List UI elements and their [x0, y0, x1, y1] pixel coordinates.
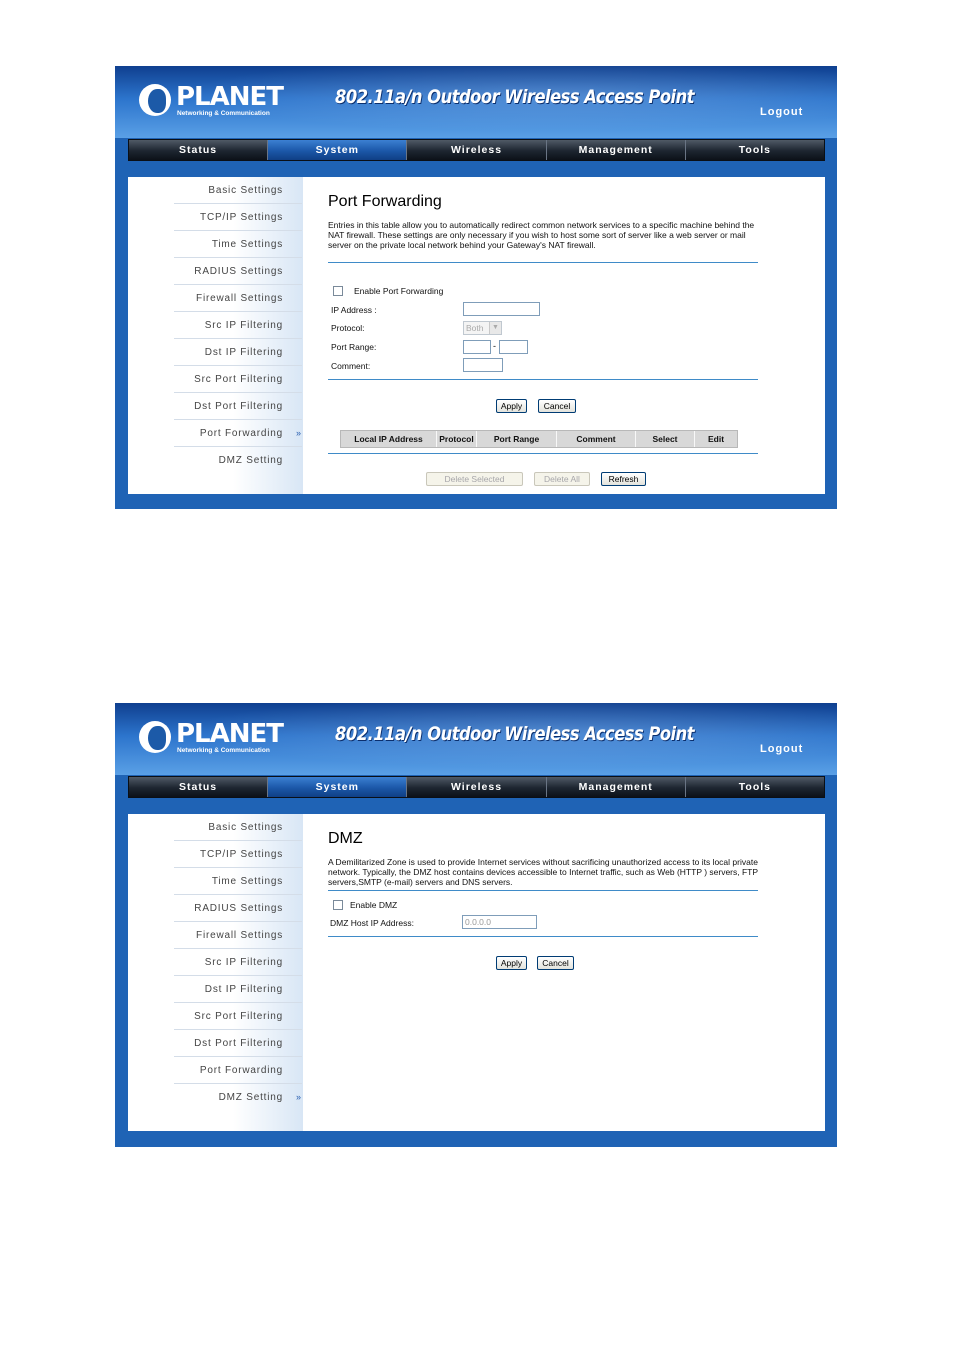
- chevron-down-icon: ▼: [489, 322, 501, 334]
- nav-wireless[interactable]: Wireless: [407, 140, 547, 160]
- sidebar-item-src-ip-filtering[interactable]: Src IP Filtering: [174, 949, 302, 976]
- content-panel: Basic Settings TCP/IP Settings Time Sett…: [128, 814, 825, 1131]
- port-range-end-input[interactable]: [499, 340, 528, 354]
- sidebar-item-firewall-settings[interactable]: Firewall Settings: [174, 285, 302, 312]
- col-edit: Edit: [707, 434, 725, 444]
- sidebar-item-time-settings[interactable]: Time Settings: [174, 868, 302, 895]
- content-panel: Basic Settings TCP/IP Settings Time Sett…: [128, 177, 825, 494]
- apply-button[interactable]: Apply: [496, 399, 527, 413]
- delete-all-button[interactable]: Delete All: [534, 472, 590, 486]
- ip-address-label: IP Address :: [331, 305, 377, 315]
- sidebar-item-src-port-filtering[interactable]: Src Port Filtering: [174, 1003, 302, 1030]
- divider: [328, 936, 758, 937]
- refresh-button[interactable]: Refresh: [601, 472, 646, 486]
- nav-tools[interactable]: Tools: [686, 140, 824, 160]
- cancel-button[interactable]: Cancel: [538, 399, 576, 413]
- comment-input[interactable]: [463, 358, 503, 372]
- port-range-label: Port Range:: [331, 342, 377, 352]
- dmz-screenshot: PLANET Networking & Communication 802.11…: [115, 703, 837, 1147]
- enable-port-forwarding-label: Enable Port Forwarding: [354, 286, 444, 296]
- sidebar: Basic Settings TCP/IP Settings Time Sett…: [128, 177, 303, 494]
- dmz-host-ip-label: DMZ Host IP Address:: [330, 918, 414, 928]
- page-title: Port Forwarding: [328, 193, 442, 210]
- planet-logo-icon: [139, 721, 171, 753]
- sidebar-item-basic-settings[interactable]: Basic Settings: [174, 814, 302, 841]
- divider: [328, 379, 758, 380]
- sidebar-item-src-ip-filtering[interactable]: Src IP Filtering: [174, 312, 302, 339]
- nav-status[interactable]: Status: [129, 140, 269, 160]
- nav-management[interactable]: Management: [547, 140, 686, 160]
- dmz-form: DMZ A Demilitarized Zone is used to prov…: [328, 814, 818, 1131]
- logo-text: PLANET: [176, 82, 284, 112]
- sidebar-item-basic-settings[interactable]: Basic Settings: [174, 177, 302, 204]
- sidebar-item-tcpip-settings[interactable]: TCP/IP Settings: [174, 841, 302, 868]
- sidebar-item-dst-ip-filtering[interactable]: Dst IP Filtering: [174, 339, 302, 366]
- planet-logo: PLANET Networking & Communication: [139, 82, 284, 122]
- port-forwarding-screenshot: PLANET Networking & Communication 802.11…: [115, 66, 837, 509]
- main-nav: Status System Wireless Management Tools: [128, 139, 825, 161]
- sidebar-item-firewall-settings[interactable]: Firewall Settings: [174, 922, 302, 949]
- sidebar-item-port-forwarding[interactable]: Port Forwarding»: [174, 420, 302, 447]
- sidebar-item-time-settings[interactable]: Time Settings: [174, 231, 302, 258]
- protocol-label: Protocol:: [331, 323, 365, 333]
- ip-address-input[interactable]: [463, 302, 540, 316]
- col-protocol: Protocol: [437, 431, 477, 447]
- protocol-select[interactable]: Both ▼: [463, 321, 502, 335]
- apply-button[interactable]: Apply: [496, 956, 527, 970]
- product-title: 802.11a/n Outdoor Wireless Access Point: [335, 86, 695, 108]
- sidebar-item-port-forwarding[interactable]: Port Forwarding: [174, 1057, 302, 1084]
- divider: [328, 262, 758, 263]
- sidebar-item-radius-settings[interactable]: RADIUS Settings: [174, 258, 302, 285]
- nav-tools[interactable]: Tools: [686, 777, 824, 797]
- main-nav: Status System Wireless Management Tools: [128, 776, 825, 798]
- planet-logo-icon: [139, 84, 171, 116]
- sidebar-item-dst-ip-filtering[interactable]: Dst IP Filtering: [174, 976, 302, 1003]
- logout-link[interactable]: Logout: [760, 743, 803, 755]
- page-title: DMZ: [328, 830, 363, 847]
- chevron-right-icon: »: [295, 1092, 301, 1102]
- product-title: 802.11a/n Outdoor Wireless Access Point: [335, 723, 695, 745]
- nav-system[interactable]: System: [268, 140, 408, 160]
- header-banner: PLANET Networking & Communication 802.11…: [115, 66, 837, 138]
- port-range-separator: -: [493, 341, 496, 351]
- port-range-start-input[interactable]: [463, 340, 491, 354]
- logout-link[interactable]: Logout: [760, 106, 803, 118]
- logo-subtitle: Networking & Communication: [177, 110, 270, 117]
- divider: [328, 890, 758, 891]
- enable-dmz-checkbox[interactable]: [333, 900, 343, 910]
- nav-management[interactable]: Management: [547, 777, 686, 797]
- col-select: Select: [636, 431, 695, 447]
- sidebar-item-src-port-filtering[interactable]: Src Port Filtering: [174, 366, 302, 393]
- port-forwarding-form: Port Forwarding Entries in this table al…: [328, 177, 818, 494]
- planet-logo: PLANET Networking & Communication: [139, 719, 284, 759]
- nav-system[interactable]: System: [268, 777, 408, 797]
- sidebar: Basic Settings TCP/IP Settings Time Sett…: [128, 814, 303, 1131]
- chevron-right-icon: »: [295, 428, 301, 438]
- comment-label: Comment:: [331, 361, 371, 371]
- enable-dmz-label: Enable DMZ: [350, 900, 398, 910]
- sidebar-item-tcpip-settings[interactable]: TCP/IP Settings: [174, 204, 302, 231]
- sidebar-item-dst-port-filtering[interactable]: Dst Port Filtering: [174, 393, 302, 420]
- dmz-host-ip-input[interactable]: 0.0.0.0: [462, 915, 537, 929]
- divider: [328, 453, 758, 454]
- nav-wireless[interactable]: Wireless: [407, 777, 547, 797]
- delete-selected-button[interactable]: Delete Selected: [426, 472, 523, 486]
- page-description: A Demilitarized Zone is used to provide …: [328, 857, 758, 887]
- sidebar-item-dmz-setting[interactable]: DMZ Setting: [174, 447, 302, 474]
- col-comment: Comment: [557, 431, 636, 447]
- enable-port-forwarding-checkbox[interactable]: [333, 286, 343, 296]
- logo-text: PLANET: [176, 719, 284, 749]
- nav-status[interactable]: Status: [129, 777, 269, 797]
- col-local-ip-address: Local IP Address: [341, 431, 437, 447]
- page-description: Entries in this table allow you to autom…: [328, 220, 755, 250]
- sidebar-item-dst-port-filtering[interactable]: Dst Port Filtering: [174, 1030, 302, 1057]
- cancel-button[interactable]: Cancel: [537, 956, 574, 970]
- port-forwarding-table-header: Local IP Address Protocol Port Range Com…: [340, 430, 738, 448]
- col-port-range: Port Range: [477, 431, 557, 447]
- logo-subtitle: Networking & Communication: [177, 747, 270, 754]
- header-banner: PLANET Networking & Communication 802.11…: [115, 703, 837, 775]
- sidebar-item-radius-settings[interactable]: RADIUS Settings: [174, 895, 302, 922]
- sidebar-item-dmz-setting[interactable]: DMZ Setting»: [174, 1084, 302, 1111]
